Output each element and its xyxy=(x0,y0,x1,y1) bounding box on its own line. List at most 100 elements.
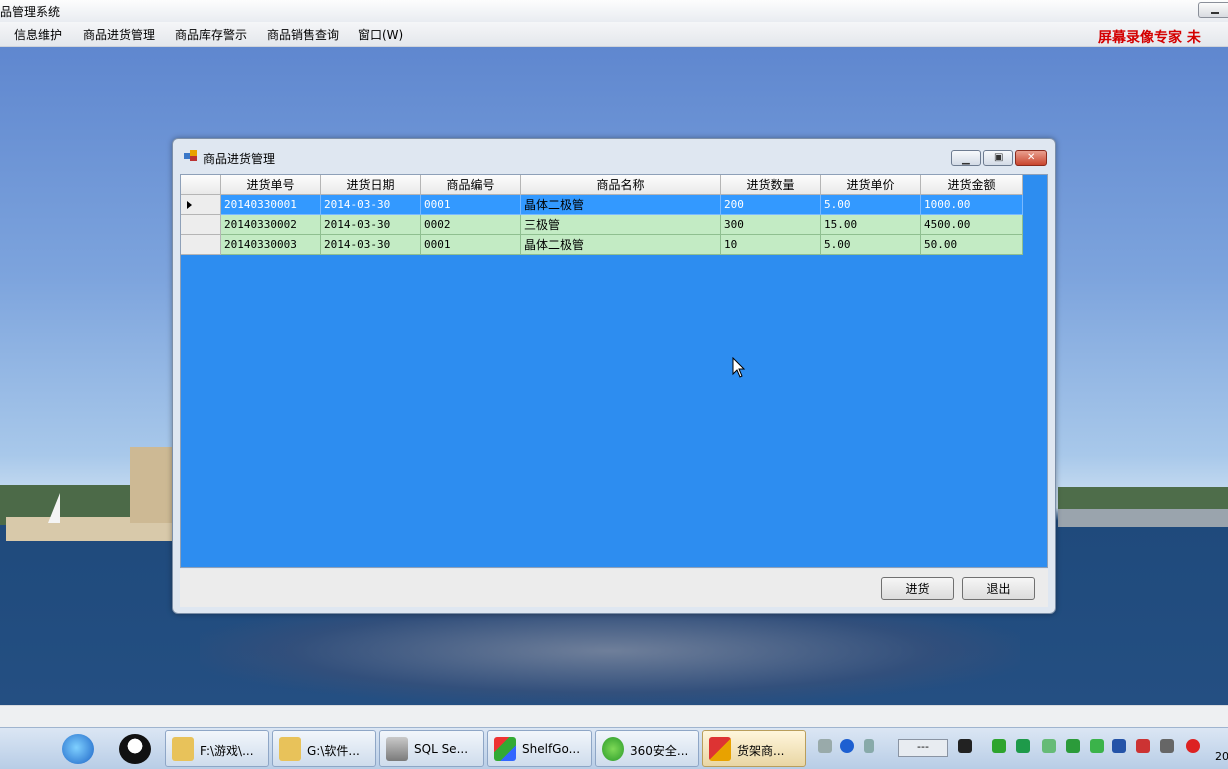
power-icon[interactable] xyxy=(958,739,972,753)
purchase-button[interactable]: 进货 xyxy=(881,577,954,600)
taskbar-item-label: 360安全... xyxy=(630,744,689,758)
cell-unit-price[interactable]: 5.00 xyxy=(821,235,921,255)
opera-house-base xyxy=(130,447,174,523)
exit-button[interactable]: 退出 xyxy=(962,577,1035,600)
restore-button[interactable]: ▣ xyxy=(983,150,1013,166)
header-corner xyxy=(181,175,221,195)
cell-product-name[interactable]: 晶体二极管 xyxy=(521,235,721,255)
cell-date[interactable]: 2014-03-30 xyxy=(321,215,421,235)
cell-order-no[interactable]: 20140330001 xyxy=(221,195,321,215)
row-header[interactable] xyxy=(181,215,221,235)
cell-amount[interactable]: 1000.00 xyxy=(921,195,1023,215)
folder-icon xyxy=(279,737,301,761)
column-header-order-no[interactable]: 进货单号 xyxy=(221,175,321,195)
cell-product-code[interactable]: 0001 xyxy=(421,235,521,255)
wifi-icon[interactable] xyxy=(992,739,1006,753)
close-icon: ✕ xyxy=(1027,152,1036,163)
folder-icon xyxy=(172,737,194,761)
menu-sales-query[interactable]: 商品销售查询 xyxy=(267,26,339,43)
cell-product-name[interactable]: 晶体二极管 xyxy=(521,195,721,215)
table-row[interactable]: 20140330001 2014-03-30 0001 晶体二极管 200 5.… xyxy=(181,195,1023,215)
keyboard-icon[interactable] xyxy=(818,739,832,753)
taskbar-item-folder-software[interactable]: G:\软件... xyxy=(272,730,376,767)
row-header[interactable] xyxy=(181,195,221,215)
purchase-data-grid[interactable]: 进货单号 进货日期 商品编号 商品名称 进货数量 进货单价 进货金额 20140… xyxy=(180,174,1048,568)
menu-window[interactable]: 窗口(W) xyxy=(358,26,403,43)
minimize-icon: ▁ xyxy=(962,154,970,165)
visual-studio-icon xyxy=(494,737,516,761)
ie-icon[interactable] xyxy=(62,734,94,764)
tray-expand-icon[interactable] xyxy=(864,739,874,753)
sail-shape xyxy=(48,493,60,523)
sql-server-icon xyxy=(386,737,408,761)
menu-stock-alert[interactable]: 商品库存警示 xyxy=(175,26,247,43)
dialog-title-bar[interactable]: 商品进货管理 ▁ ▣ ✕ xyxy=(173,139,1055,173)
current-row-icon xyxy=(187,201,192,209)
taskbar-item-label: ShelfGo... xyxy=(522,742,581,756)
taskbar-item-label: G:\软件... xyxy=(307,744,360,758)
taskbar-item-folder-games[interactable]: F:\游戏\... xyxy=(165,730,269,767)
taskbar-item-shelfgo[interactable]: ShelfGo... xyxy=(487,730,592,767)
cell-quantity[interactable]: 10 xyxy=(721,235,821,255)
app-window-icon xyxy=(709,737,731,761)
menu-purchase-management[interactable]: 商品进货管理 xyxy=(83,26,155,43)
taskbar-item-360-security[interactable]: 360安全... xyxy=(595,730,699,767)
cell-amount[interactable]: 4500.00 xyxy=(921,215,1023,235)
monitor-icon[interactable] xyxy=(1160,739,1174,753)
security-icon xyxy=(602,737,624,761)
dialog-button-bar: 进货 退出 xyxy=(180,569,1048,607)
cell-quantity[interactable]: 300 xyxy=(721,215,821,235)
column-header-quantity[interactable]: 进货数量 xyxy=(721,175,821,195)
grid-header: 进货单号 进货日期 商品编号 商品名称 进货数量 进货单价 进货金额 xyxy=(181,175,1023,195)
dialog-title: 商品进货管理 xyxy=(203,152,276,166)
row-header[interactable] xyxy=(181,235,221,255)
taskbar-item-shelf-app[interactable]: 货架商... xyxy=(702,730,806,767)
column-header-amount[interactable]: 进货金额 xyxy=(921,175,1023,195)
cell-quantity[interactable]: 200 xyxy=(721,195,821,215)
app-minimize-button[interactable] xyxy=(1198,2,1228,18)
plus-icon[interactable] xyxy=(1090,739,1104,753)
tray-text-box: --- xyxy=(898,739,948,757)
cell-order-no[interactable]: 20140330002 xyxy=(221,215,321,235)
device-icon[interactable] xyxy=(1042,739,1056,753)
taskbar-item-label: SQL Se... xyxy=(414,742,469,756)
right-harbor-building xyxy=(1058,509,1228,527)
cell-unit-price[interactable]: 15.00 xyxy=(821,215,921,235)
window-app-icon xyxy=(184,150,197,161)
shield-icon[interactable] xyxy=(1066,739,1080,753)
cell-date[interactable]: 2014-03-30 xyxy=(321,195,421,215)
column-header-unit-price[interactable]: 进货单价 xyxy=(821,175,921,195)
cell-product-code[interactable]: 0001 xyxy=(421,195,521,215)
table-row[interactable]: 20140330002 2014-03-30 0002 三极管 300 15.0… xyxy=(181,215,1023,235)
network-icon[interactable] xyxy=(1016,739,1030,753)
app-title-bar: 品管理系统 xyxy=(0,0,1228,23)
close-button[interactable]: ✕ xyxy=(1015,150,1047,166)
cell-product-name[interactable]: 三极管 xyxy=(521,215,721,235)
menu-bar: 信息维护 商品进货管理 商品库存警示 商品销售查询 窗口(W) 屏幕录像专家 未 xyxy=(0,22,1228,47)
table-row[interactable]: 20140330003 2014-03-30 0001 晶体二极管 10 5.0… xyxy=(181,235,1023,255)
display-icon[interactable] xyxy=(1112,739,1126,753)
app-status-strip xyxy=(0,705,1228,728)
column-header-product-code[interactable]: 商品编号 xyxy=(421,175,521,195)
usb-icon[interactable] xyxy=(1136,739,1150,753)
cell-amount[interactable]: 50.00 xyxy=(921,235,1023,255)
volume-muted-icon[interactable] xyxy=(1186,739,1200,753)
minimize-button[interactable]: ▁ xyxy=(951,150,981,166)
help-icon[interactable] xyxy=(840,739,854,753)
app-title: 品管理系统 xyxy=(0,5,61,19)
qq-icon[interactable] xyxy=(119,734,151,764)
taskbar-item-sql-server[interactable]: SQL Se... xyxy=(379,730,484,767)
cell-unit-price[interactable]: 5.00 xyxy=(821,195,921,215)
cell-order-no[interactable]: 20140330003 xyxy=(221,235,321,255)
taskbar-item-label: 货架商... xyxy=(737,744,785,758)
column-header-product-name[interactable]: 商品名称 xyxy=(521,175,721,195)
taskbar-item-label: F:\游戏\... xyxy=(200,744,254,758)
menu-info-maintenance[interactable]: 信息维护 xyxy=(14,26,62,43)
clock-text[interactable]: 20 xyxy=(1215,750,1228,763)
cell-date[interactable]: 2014-03-30 xyxy=(321,235,421,255)
restore-icon: ▣ xyxy=(994,152,1004,163)
column-header-date[interactable]: 进货日期 xyxy=(321,175,421,195)
recorder-watermark: 屏幕录像专家 未 xyxy=(1098,30,1201,46)
cell-product-code[interactable]: 0002 xyxy=(421,215,521,235)
purchase-management-window: 商品进货管理 ▁ ▣ ✕ 进货单号 进货日期 商品编号 商品名称 进货数量 进货… xyxy=(172,138,1056,614)
